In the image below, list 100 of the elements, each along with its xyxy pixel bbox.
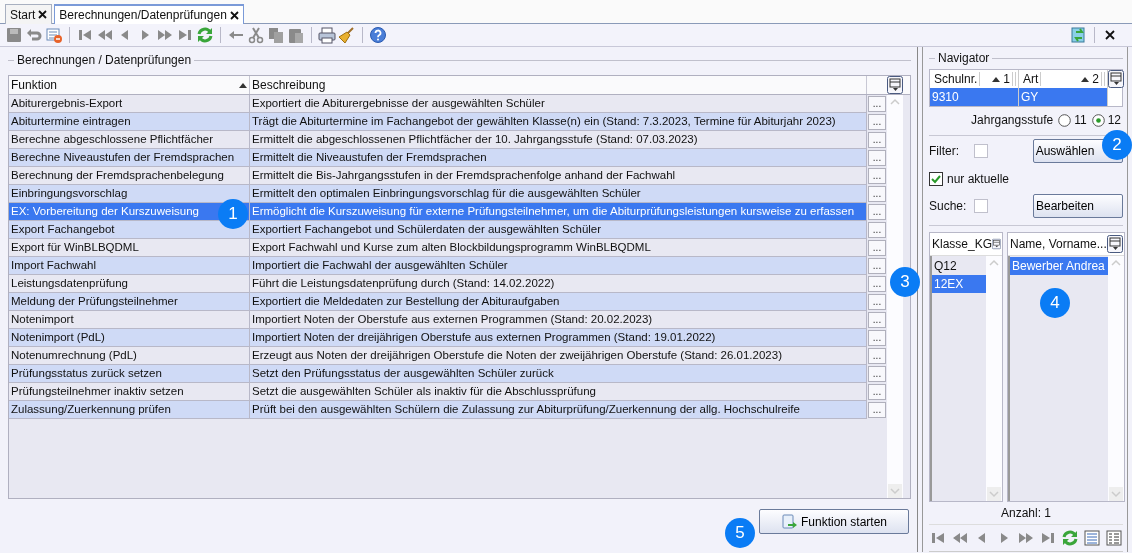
ellipsis-button[interactable]: ... [868,168,886,184]
table-cell[interactable]: Ermöglicht die Kurszuweisung für externe Prüfungsteilnehmer, um die Abiturprüfungsleistungen kursweise zu erfassen [250,203,867,221]
radio-label: 11 [1074,113,1087,127]
ellipsis-button[interactable]: ... [868,240,886,256]
table-cell[interactable]: Abiturergebnis-Export [9,95,250,113]
save-icon[interactable] [5,26,23,44]
ellipsis-button[interactable]: ... [868,204,886,220]
column-header[interactable]: Klasse_KG [932,237,993,252]
checkbox-label: nur aktuelle [947,171,1010,186]
table-cell[interactable]: Notenimport (PdL) [9,329,250,347]
table-cell[interactable]: Erzeugt aus Noten der dreijährigen Oberstufe die Noten der zweijährigen Oberstufe (Stand: 26.01.2023) [250,347,867,365]
help-icon[interactable] [369,26,387,44]
table-cell[interactable]: Einbringungsvorschlag [9,185,250,203]
column-chooser-icon[interactable] [887,76,903,94]
table-cell[interactable]: Trägt die Abiturtermine im Fachangebot der gewählten Klasse(n) ein (Stand: 7.3.2023, Termine für Abiturjahr 2023) [250,113,867,131]
start-function-button[interactable]: Funktion starten [759,509,909,534]
list-item[interactable]: 12EX [932,275,986,294]
table-cell[interactable]: 9310 [930,88,1019,106]
ellipsis-button[interactable]: ... [868,348,886,364]
table-cell[interactable]: Prüfungsteilnehmer inaktiv setzen [9,383,250,401]
ellipsis-button[interactable]: ... [868,132,886,148]
ellipsis-button[interactable]: ... [868,312,886,328]
ellipsis-button[interactable]: ... [868,114,886,130]
table-cell[interactable]: Export Fachwahl und Kurse zum alten Blockbildungsprogramm WinBLBQDML [250,239,867,257]
refresh-icon[interactable] [1061,529,1079,547]
scrollbar[interactable] [887,95,903,498]
table-cell[interactable]: Berechnung der Fremdsprachenbelegung [9,167,250,185]
list-delete-icon[interactable] [45,26,63,44]
table-cell[interactable]: Importiert die Fachwahl der ausgewählten Schüler [250,257,867,275]
table-cell[interactable]: Setzt die ausgewählten Schüler als inaktiv für die Abschlussprüfung [250,383,867,401]
tab-label: Berechnungen/Datenprüfungen [59,8,227,22]
table-cell[interactable]: Export Fachangebot [9,221,250,239]
radio-button[interactable] [1091,113,1105,127]
detail-view-icon[interactable] [1105,529,1123,547]
table-cell[interactable]: Ermittelt die abgeschlossenen Pflichtfächer der 10. Jahrgangsstufe (Stand: 07.03.2023) [250,131,867,149]
table-cell[interactable]: Prüfungsstatus zurück setzen [9,365,250,383]
table-cell[interactable]: Ermittelt die Bis-Jahrgangsstufen in der Fremdsprachenfolge anhand der Fachwahl [250,167,867,185]
ellipsis-button[interactable]: ... [868,366,886,382]
sort-icon [239,82,247,88]
edit-button[interactable]: Bearbeiten [1033,194,1123,219]
table-cell[interactable]: Abiturtermine eintragen [9,113,250,131]
field-label: Filter: [929,143,960,158]
table-cell[interactable]: Exportiert die Abiturergebnisse der ausgewählten Schüler [250,95,867,113]
close-icon[interactable] [229,10,239,20]
column-header[interactable]: Funktion [9,76,250,94]
table-cell[interactable]: Notenumrechnung (PdL) [9,347,250,365]
ellipsis-button[interactable]: ... [868,222,886,238]
table-cell[interactable]: Prüft bei den ausgewählten Schülern die Zulassung zur Abiturprüfung/Zuerkennung der allg. Hochschulreife [250,401,867,419]
radio-button[interactable] [1058,113,1072,127]
tab-label: Start [10,7,36,22]
table-cell[interactable]: Exportiert Fachangebot und Schülerdaten der ausgewählten Schüler [250,221,867,239]
table-cell[interactable]: Notenimport [9,311,250,329]
ellipsis-button[interactable]: ... [868,384,886,400]
table-cell[interactable]: Importiert Noten der dreijährigen Oberstufe aus externen Programmen (Stand: 19.01.2022) [250,329,867,347]
ellipsis-button[interactable]: ... [868,150,886,166]
export-icon[interactable] [1070,26,1088,44]
table-cell[interactable]: Leistungsdatenprüfung [9,275,250,293]
table-cell[interactable]: Setzt den Prüfungsstatus der ausgewählten Schüler zurück [250,365,867,383]
sort-icon [1081,76,1090,82]
table-cell[interactable]: Berechne abgeschlossene Pflichtfächer [9,131,250,149]
table-cell[interactable]: Berechne Niveaustufen der Fremdsprachen [9,149,250,167]
ellipsis-button[interactable]: ... [868,96,886,112]
table-cell[interactable]: GY [1019,88,1108,106]
group-title: Navigator [937,51,991,65]
table-cell[interactable]: Importiert Noten der Oberstufe aus externen Programmen (Stand: 20.02.2023) [250,311,867,329]
table-cell[interactable]: Meldung der Prüfungsteilnehmer [9,293,250,311]
table-cell[interactable]: Zulassung/Zuerkennung prüfen [9,401,250,419]
scroll-down-icon[interactable] [1108,487,1123,501]
field-label: Suche: [929,199,968,214]
printer-icon[interactable] [318,26,336,44]
column-header[interactable]: Name, Vorname... [1010,237,1107,252]
ellipsis-button[interactable]: ... [868,186,886,202]
callout-badge: 2 [1102,130,1132,160]
broom-icon[interactable] [338,26,356,44]
table-cell[interactable]: Import Fachwahl [9,257,250,275]
checkbox[interactable] [929,171,943,186]
scissors-icon[interactable] [247,26,265,44]
column-chooser-icon[interactable] [1108,70,1124,88]
table-cell[interactable]: Export für WinBLBQDML [9,239,250,257]
ellipsis-button[interactable]: ... [868,402,886,418]
list-item[interactable]: Bewerber Andrea [1010,257,1108,276]
radio-label: 12 [1107,113,1121,127]
table-cell[interactable]: Ermittelt die Niveaustufen der Fremdsprachen [250,149,867,167]
column-chooser-icon[interactable] [1106,235,1123,254]
table-cell[interactable]: Ermittelt den optimalen Einbringungsvorschlag für die ausgewählten Schüler [250,185,867,203]
close-icon[interactable] [38,10,48,19]
ellipsis-button[interactable]: ... [868,330,886,346]
ellipsis-button[interactable]: ... [868,258,886,274]
ellipsis-button[interactable]: ... [868,276,886,292]
table-cell[interactable]: Führt die Leistungsdatenprüfung durch (Stand: 14.02.2022) [250,275,867,293]
column-header[interactable]: Beschreibung [250,76,867,94]
list-item[interactable]: Q12 [932,257,986,276]
tab[interactable]: Berechnungen/Datenprüfungen [54,4,244,24]
copy-icon[interactable] [267,26,285,44]
refresh-icon[interactable] [196,26,214,44]
table-cell[interactable]: Exportiert die Meldedaten zur Bestellung der Abituraufgaben [250,293,867,311]
ellipsis-button[interactable]: ... [868,294,886,310]
paste-icon[interactable] [287,26,305,44]
list-view-icon[interactable] [1083,529,1101,547]
tab[interactable]: Start [5,4,53,24]
